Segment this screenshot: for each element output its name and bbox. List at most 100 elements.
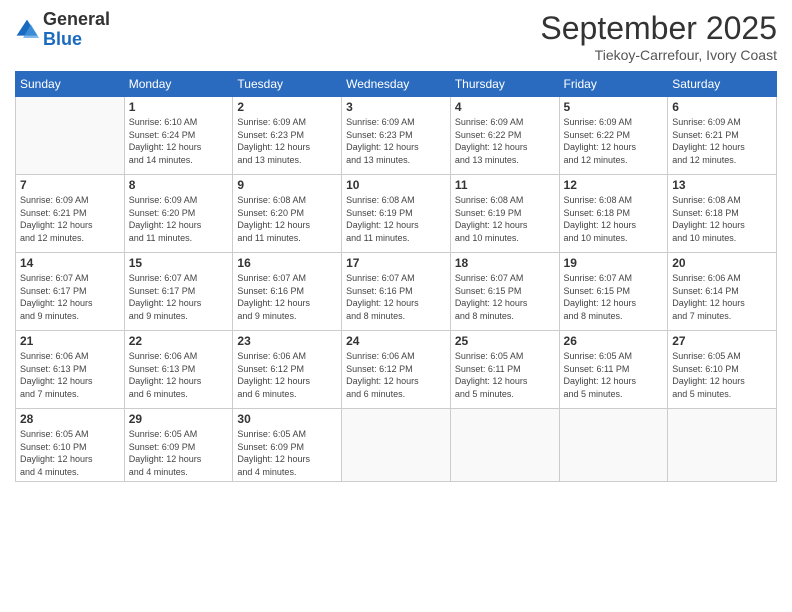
- calendar-cell: 27 Sunrise: 6:05 AMSunset: 6:10 PMDayligh…: [668, 331, 777, 409]
- calendar-cell: [668, 409, 777, 482]
- logo-text: General Blue: [43, 10, 110, 50]
- day-info: Sunrise: 6:10 AMSunset: 6:24 PMDaylight:…: [129, 116, 229, 166]
- day-number: 3: [346, 100, 446, 114]
- week-row-2: 7 Sunrise: 6:09 AMSunset: 6:21 PMDaylight…: [16, 175, 777, 253]
- weekday-header-row: SundayMondayTuesdayWednesdayThursdayFrid…: [16, 72, 777, 97]
- title-block: September 2025 Tiekoу-Carrefour, Ivory C…: [540, 10, 777, 63]
- day-number: 27: [672, 334, 772, 348]
- calendar-cell: 1 Sunrise: 6:10 AMSunset: 6:24 PMDaylight…: [124, 97, 233, 175]
- day-number: 28: [20, 412, 120, 426]
- calendar-cell: 25Sunrise: 6:05 AMSunset: 6:11 PMDayligh…: [450, 331, 559, 409]
- day-info: Sunrise: 6:07 AMSunset: 6:15 PMDaylight:…: [455, 272, 555, 322]
- calendar-cell: 10 Sunrise: 6:08 AMSunset: 6:19 PMDayligh…: [342, 175, 451, 253]
- logo-general: General: [43, 9, 110, 29]
- day-info: Sunrise: 6:06 AMSunset: 6:13 PMDaylight:…: [20, 350, 120, 400]
- weekday-header-sunday: Sunday: [16, 72, 125, 97]
- day-info: Sunrise: 6:08 AMSunset: 6:19 PMDaylight:…: [346, 194, 446, 244]
- day-number: 5: [564, 100, 664, 114]
- calendar-cell: 17 Sunrise: 6:07 AMSunset: 6:16 PMDayligh…: [342, 253, 451, 331]
- day-number: 7: [20, 178, 120, 192]
- calendar-cell: [16, 97, 125, 175]
- day-number: 21: [20, 334, 120, 348]
- weekday-header-thursday: Thursday: [450, 72, 559, 97]
- header: General Blue September 2025 Tiekoу-Carre…: [15, 10, 777, 63]
- calendar-cell: 28 Sunrise: 6:05 AMSunset: 6:10 PMDayligh…: [16, 409, 125, 482]
- calendar-cell: 22 Sunrise: 6:06 AMSunset: 6:13 PMDayligh…: [124, 331, 233, 409]
- day-number: 8: [129, 178, 229, 192]
- weekday-header-saturday: Saturday: [668, 72, 777, 97]
- day-info: Sunrise: 6:07 AMSunset: 6:17 PMDaylight:…: [20, 272, 120, 322]
- calendar-cell: 30 Sunrise: 6:05 AMSunset: 6:09 PMDayligh…: [233, 409, 342, 482]
- day-info: Sunrise: 6:05 AMSunset: 6:09 PMDaylight:…: [129, 428, 229, 478]
- day-number: 24: [346, 334, 446, 348]
- week-row-4: 21 Sunrise: 6:06 AMSunset: 6:13 PMDayligh…: [16, 331, 777, 409]
- day-number: 19: [564, 256, 664, 270]
- calendar-cell: 5 Sunrise: 6:09 AMSunset: 6:22 PMDaylight…: [559, 97, 668, 175]
- calendar-cell: [559, 409, 668, 482]
- day-info: Sunrise: 6:08 AMSunset: 6:19 PMDaylight:…: [455, 194, 555, 244]
- weekday-header-wednesday: Wednesday: [342, 72, 451, 97]
- location: Tiekoу-Carrefour, Ivory Coast: [540, 47, 777, 63]
- month-title: September 2025: [540, 10, 777, 47]
- day-number: 16: [237, 256, 337, 270]
- day-info: Sunrise: 6:06 AMSunset: 6:14 PMDaylight:…: [672, 272, 772, 322]
- day-info: Sunrise: 6:06 AMSunset: 6:12 PMDaylight:…: [346, 350, 446, 400]
- day-info: Sunrise: 6:09 AMSunset: 6:21 PMDaylight:…: [672, 116, 772, 166]
- calendar-cell: 29Sunrise: 6:05 AMSunset: 6:09 PMDayligh…: [124, 409, 233, 482]
- day-info: Sunrise: 6:09 AMSunset: 6:22 PMDaylight:…: [564, 116, 664, 166]
- day-number: 2: [237, 100, 337, 114]
- logo-blue: Blue: [43, 29, 82, 49]
- day-info: Sunrise: 6:09 AMSunset: 6:20 PMDaylight:…: [129, 194, 229, 244]
- calendar-cell: 13Sunrise: 6:08 AMSunset: 6:18 PMDayligh…: [668, 175, 777, 253]
- day-info: Sunrise: 6:09 AMSunset: 6:21 PMDaylight:…: [20, 194, 120, 244]
- day-number: 6: [672, 100, 772, 114]
- day-info: Sunrise: 6:05 AMSunset: 6:09 PMDaylight:…: [237, 428, 337, 478]
- day-info: Sunrise: 6:07 AMSunset: 6:17 PMDaylight:…: [129, 272, 229, 322]
- day-info: Sunrise: 6:07 AMSunset: 6:16 PMDaylight:…: [346, 272, 446, 322]
- day-info: Sunrise: 6:09 AMSunset: 6:22 PMDaylight:…: [455, 116, 555, 166]
- weekday-header-monday: Monday: [124, 72, 233, 97]
- day-number: 1: [129, 100, 229, 114]
- calendar-cell: 6 Sunrise: 6:09 AMSunset: 6:21 PMDaylight…: [668, 97, 777, 175]
- day-number: 10: [346, 178, 446, 192]
- calendar-cell: 15 Sunrise: 6:07 AMSunset: 6:17 PMDayligh…: [124, 253, 233, 331]
- logo-icon: [15, 18, 39, 42]
- day-number: 20: [672, 256, 772, 270]
- calendar-cell: 23Sunrise: 6:06 AMSunset: 6:12 PMDayligh…: [233, 331, 342, 409]
- logo: General Blue: [15, 10, 110, 50]
- day-number: 30: [237, 412, 337, 426]
- calendar-cell: 19 Sunrise: 6:07 AMSunset: 6:15 PMDayligh…: [559, 253, 668, 331]
- calendar-cell: 16 Sunrise: 6:07 AMSunset: 6:16 PMDayligh…: [233, 253, 342, 331]
- calendar-cell: 8 Sunrise: 6:09 AMSunset: 6:20 PMDaylight…: [124, 175, 233, 253]
- day-number: 13: [672, 178, 772, 192]
- calendar-cell: 3 Sunrise: 6:09 AMSunset: 6:23 PMDaylight…: [342, 97, 451, 175]
- day-number: 9: [237, 178, 337, 192]
- day-info: Sunrise: 6:07 AMSunset: 6:16 PMDaylight:…: [237, 272, 337, 322]
- calendar-cell: 2 Sunrise: 6:09 AMSunset: 6:23 PMDaylight…: [233, 97, 342, 175]
- week-row-5: 28 Sunrise: 6:05 AMSunset: 6:10 PMDayligh…: [16, 409, 777, 482]
- day-info: Sunrise: 6:05 AMSunset: 6:10 PMDaylight:…: [20, 428, 120, 478]
- day-number: 4: [455, 100, 555, 114]
- calendar-cell: 18Sunrise: 6:07 AMSunset: 6:15 PMDayligh…: [450, 253, 559, 331]
- day-info: Sunrise: 6:09 AMSunset: 6:23 PMDaylight:…: [237, 116, 337, 166]
- day-number: 15: [129, 256, 229, 270]
- week-row-1: 1 Sunrise: 6:10 AMSunset: 6:24 PMDaylight…: [16, 97, 777, 175]
- day-info: Sunrise: 6:05 AMSunset: 6:10 PMDaylight:…: [672, 350, 772, 400]
- calendar-cell: 14Sunrise: 6:07 AMSunset: 6:17 PMDayligh…: [16, 253, 125, 331]
- day-info: Sunrise: 6:06 AMSunset: 6:12 PMDaylight:…: [237, 350, 337, 400]
- day-info: Sunrise: 6:07 AMSunset: 6:15 PMDaylight:…: [564, 272, 664, 322]
- calendar-cell: 11 Sunrise: 6:08 AMSunset: 6:19 PMDayligh…: [450, 175, 559, 253]
- day-number: 17: [346, 256, 446, 270]
- day-number: 25: [455, 334, 555, 348]
- page: General Blue September 2025 Tiekoу-Carre…: [0, 0, 792, 612]
- day-number: 11: [455, 178, 555, 192]
- calendar-cell: 24 Sunrise: 6:06 AMSunset: 6:12 PMDayligh…: [342, 331, 451, 409]
- day-info: Sunrise: 6:08 AMSunset: 6:20 PMDaylight:…: [237, 194, 337, 244]
- calendar-cell: 9 Sunrise: 6:08 AMSunset: 6:20 PMDaylight…: [233, 175, 342, 253]
- calendar-cell: 26Sunrise: 6:05 AMSunset: 6:11 PMDayligh…: [559, 331, 668, 409]
- day-info: Sunrise: 6:09 AMSunset: 6:23 PMDaylight:…: [346, 116, 446, 166]
- day-info: Sunrise: 6:06 AMSunset: 6:13 PMDaylight:…: [129, 350, 229, 400]
- day-number: 22: [129, 334, 229, 348]
- day-info: Sunrise: 6:05 AMSunset: 6:11 PMDaylight:…: [564, 350, 664, 400]
- day-info: Sunrise: 6:08 AMSunset: 6:18 PMDaylight:…: [564, 194, 664, 244]
